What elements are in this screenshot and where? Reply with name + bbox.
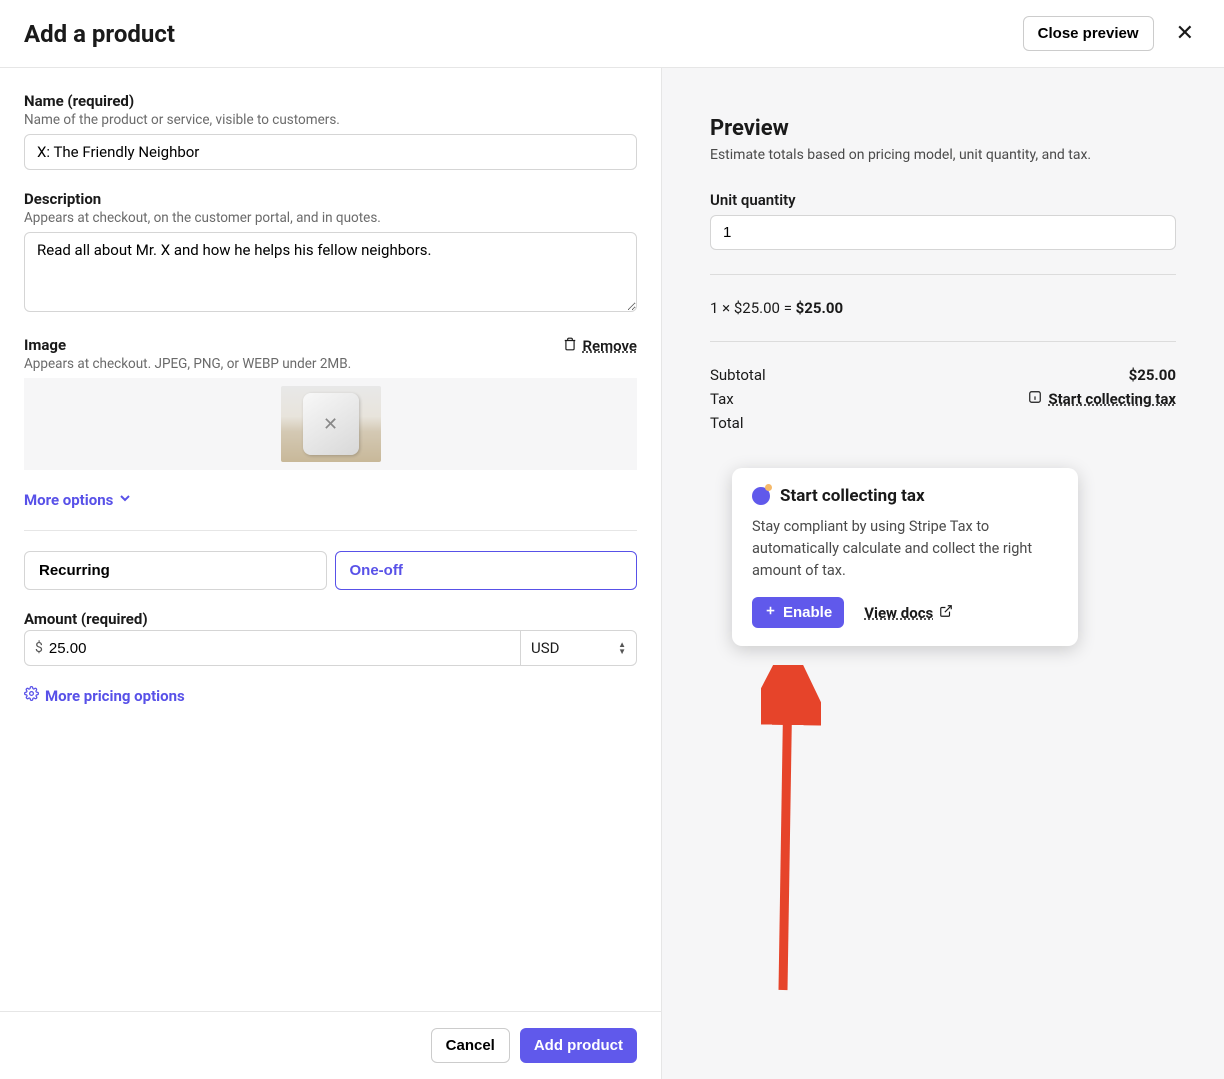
- total-label: Total: [710, 414, 744, 432]
- subtotal-value: $25.00: [1129, 366, 1176, 384]
- amount-input[interactable]: [49, 632, 510, 665]
- image-header: Image Remove: [24, 336, 637, 356]
- pricing-type-group: Recurring One-off: [24, 551, 637, 590]
- page-title: Add a product: [24, 20, 175, 48]
- cancel-button[interactable]: Cancel: [431, 1028, 510, 1063]
- form-content: Name (required) Name of the product or s…: [24, 92, 637, 1011]
- calc-total: $25.00: [796, 299, 843, 317]
- currency-select[interactable]: USD ▲▼: [521, 630, 637, 666]
- subtotal-label: Subtotal: [710, 366, 766, 384]
- description-label: Description: [24, 190, 637, 208]
- preview-panel: Preview Estimate totals based on pricing…: [662, 68, 1224, 1079]
- remove-image-button[interactable]: Remove: [563, 337, 638, 355]
- header-actions: Close preview ✕: [1023, 16, 1200, 51]
- preview-hint: Estimate totals based on pricing model, …: [710, 147, 1176, 163]
- recurring-button[interactable]: Recurring: [24, 551, 327, 590]
- image-field: Image Remove Appears at checkout. JPEG, …: [24, 336, 637, 470]
- name-hint: Name of the product or service, visible …: [24, 112, 637, 128]
- close-preview-button[interactable]: Close preview: [1023, 16, 1154, 51]
- popover-header: Start collecting tax: [752, 486, 1058, 506]
- external-link-icon: [939, 604, 953, 622]
- info-icon: [1028, 390, 1042, 408]
- docs-label: View docs: [864, 604, 933, 622]
- unit-quantity-input[interactable]: [710, 215, 1176, 250]
- gear-icon: [24, 686, 39, 705]
- tax-row: Tax Start collecting tax: [710, 390, 1176, 408]
- close-icon[interactable]: ✕: [1170, 21, 1200, 46]
- name-field: Name (required) Name of the product or s…: [24, 92, 637, 170]
- image-hint: Appears at checkout. JPEG, PNG, or WEBP …: [24, 356, 637, 372]
- form-panel: Name (required) Name of the product or s…: [0, 68, 662, 1079]
- updown-icon: ▲▼: [618, 641, 626, 655]
- subtotal-row: Subtotal $25.00: [710, 366, 1176, 384]
- product-item: ✕: [303, 393, 359, 455]
- more-pricing-button[interactable]: More pricing options: [24, 686, 637, 705]
- description-hint: Appears at checkout, on the customer por…: [24, 210, 637, 226]
- amount-row: $ USD ▲▼: [24, 630, 637, 666]
- tax-popover: Start collecting tax Stay compliant by u…: [732, 468, 1078, 646]
- calc-line: 1 × $25.00 = $25.00: [710, 299, 1176, 317]
- currency-value: USD: [531, 639, 559, 657]
- name-input[interactable]: [24, 134, 637, 170]
- amount-field: Amount (required) $ USD ▲▼: [24, 610, 637, 666]
- start-collecting-tax-link[interactable]: Start collecting tax: [1028, 390, 1176, 408]
- preview-title: Preview: [710, 116, 1176, 141]
- name-label: Name (required): [24, 92, 637, 110]
- more-pricing-label: More pricing options: [45, 687, 185, 705]
- remove-label: Remove: [583, 337, 638, 355]
- preview-divider-1: [710, 274, 1176, 275]
- popover-body: Stay compliant by using Stripe Tax to au…: [752, 516, 1058, 581]
- tax-icon: [752, 487, 770, 505]
- chevron-down-icon: [117, 490, 133, 510]
- header: Add a product Close preview ✕: [0, 0, 1224, 68]
- currency-symbol: $: [35, 640, 43, 656]
- description-field: Description Appears at checkout, on the …: [24, 190, 637, 316]
- add-product-button[interactable]: Add product: [520, 1028, 637, 1063]
- trash-icon: [563, 337, 577, 355]
- preview-divider-2: [710, 341, 1176, 342]
- description-input[interactable]: Read all about Mr. X and how he helps hi…: [24, 232, 637, 312]
- amount-label: Amount (required): [24, 610, 637, 628]
- more-options-button[interactable]: More options: [24, 490, 637, 510]
- product-image[interactable]: ✕: [281, 386, 381, 462]
- oneoff-button[interactable]: One-off: [335, 551, 638, 590]
- main: Name (required) Name of the product or s…: [0, 68, 1224, 1079]
- annotation-arrow: [761, 665, 821, 995]
- plus-icon: [764, 604, 777, 621]
- form-footer: Cancel Add product: [0, 1011, 661, 1079]
- enable-label: Enable: [783, 604, 832, 621]
- total-row: Total: [710, 414, 1176, 432]
- image-preview: ✕: [24, 378, 637, 470]
- image-label: Image: [24, 336, 66, 354]
- unit-quantity-label: Unit quantity: [710, 191, 1176, 209]
- divider: [24, 530, 637, 531]
- view-docs-link[interactable]: View docs: [864, 604, 953, 622]
- popover-actions: Enable View docs: [752, 597, 1058, 628]
- calc-prefix: 1 × $25.00 =: [710, 299, 796, 317]
- popover-title: Start collecting tax: [780, 486, 925, 506]
- tax-link-label: Start collecting tax: [1048, 390, 1176, 408]
- tax-label: Tax: [710, 390, 734, 408]
- enable-button[interactable]: Enable: [752, 597, 844, 628]
- amount-input-wrapper: $: [24, 630, 521, 666]
- more-options-label: More options: [24, 491, 113, 509]
